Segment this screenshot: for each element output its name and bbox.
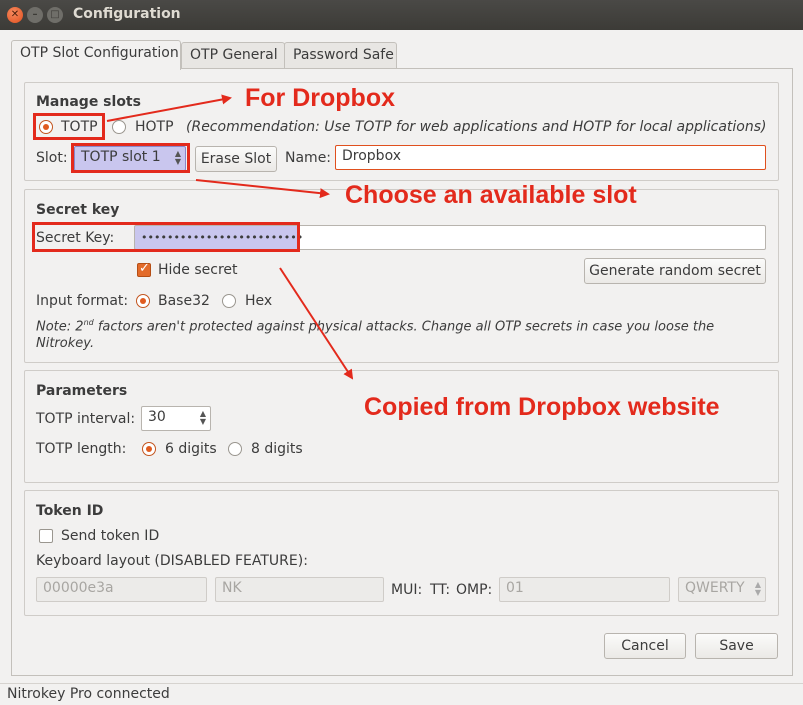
annotation-for-dropbox: For Dropbox [245, 84, 395, 112]
arrow-choose-slot [195, 179, 330, 199]
arrow-copied [279, 267, 354, 380]
annotation-choose-slot: Choose an available slot [345, 181, 637, 209]
annotation-arrows [106, 94, 354, 380]
arrow-for-dropbox [106, 94, 232, 122]
tab-otp-slot-configuration[interactable]: OTP Slot Configuration [11, 40, 181, 70]
annotation-copied: Copied from Dropbox website [364, 393, 720, 421]
